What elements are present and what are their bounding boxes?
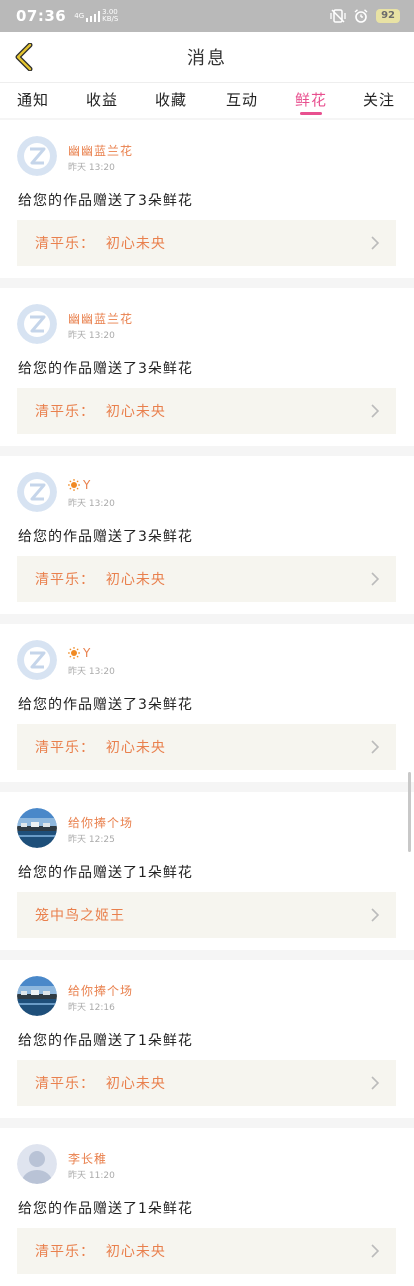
- work-title: 清平乐： 初心未央: [35, 572, 166, 588]
- default-avatar[interactable]: [17, 136, 57, 176]
- default-avatar[interactable]: [17, 304, 57, 344]
- photo-avatar[interactable]: [17, 976, 57, 1016]
- chevron-right-icon: [371, 236, 380, 250]
- scrollbar[interactable]: [408, 772, 411, 852]
- chevron-right-icon: [371, 1244, 380, 1258]
- message-text: 给您的作品赠送了3朵鲜花: [18, 529, 193, 545]
- sender-name-text: 李长稚: [68, 1152, 108, 1166]
- tab-notifications[interactable]: 通知: [17, 89, 49, 117]
- work-link[interactable]: 清平乐： 初心未央: [17, 1228, 396, 1274]
- tab-label: 互动: [226, 91, 259, 109]
- battery-indicator: 92: [376, 9, 400, 23]
- message-text: 给您的作品赠送了1朵鲜花: [18, 1201, 193, 1217]
- sender-name[interactable]: 李长稚: [68, 1150, 107, 1167]
- message-card: Y 昨天 13:20 给您的作品赠送了3朵鲜花 清平乐： 初心未央: [0, 456, 414, 614]
- message-time: 昨天 13:20: [68, 499, 115, 509]
- active-tab-indicator: [300, 112, 322, 115]
- message-text: 给您的作品赠送了3朵鲜花: [18, 697, 193, 713]
- signal-icon: [86, 10, 101, 22]
- message-card: 幽幽蓝兰花 昨天 13:20 给您的作品赠送了3朵鲜花 清平乐： 初心未央: [0, 288, 414, 446]
- chevron-right-icon: [371, 572, 380, 586]
- work-link[interactable]: 笼中鸟之姬王: [17, 892, 396, 938]
- tab-label: 关注: [363, 91, 396, 109]
- message-text: 给您的作品赠送了3朵鲜花: [18, 193, 193, 209]
- network-type: 4G: [74, 11, 85, 20]
- work-link[interactable]: 清平乐： 初心未央: [17, 1060, 396, 1106]
- message-time: 昨天 13:20: [68, 667, 115, 677]
- default-avatar[interactable]: [17, 640, 57, 680]
- back-button[interactable]: [8, 41, 40, 73]
- sender-name[interactable]: 给你捧个场: [68, 814, 133, 831]
- sender-name[interactable]: 幽幽蓝兰花: [68, 142, 133, 159]
- net-speed-unit: KB/S: [102, 15, 119, 23]
- sender-name[interactable]: 幽幽蓝兰花: [68, 310, 133, 327]
- alarm-icon: [354, 9, 368, 23]
- page-title: 消息: [187, 48, 227, 69]
- sender-name-text: Y: [83, 646, 92, 660]
- vibrate-icon: [330, 9, 346, 23]
- network-indicator: 4G 3.00 KB/S: [74, 9, 118, 23]
- tab-following[interactable]: 关注: [363, 89, 395, 117]
- work-title: 清平乐： 初心未央: [35, 1244, 166, 1260]
- tab-earnings[interactable]: 收益: [86, 89, 118, 117]
- sender-name-text: 幽幽蓝兰花: [68, 144, 134, 158]
- message-card: 李长稚 昨天 11:20 给您的作品赠送了1朵鲜花 清平乐： 初心未央: [0, 1128, 414, 1286]
- work-title: 清平乐： 初心未央: [35, 404, 166, 420]
- work-title: 笼中鸟之姬王: [35, 908, 125, 924]
- status-bar: 07:36 4G 3.00 KB/S 92: [0, 0, 414, 32]
- photo-avatar[interactable]: [17, 808, 57, 848]
- message-card: 给你捧个场 昨天 12:16 给您的作品赠送了1朵鲜花 清平乐： 初心未央: [0, 960, 414, 1118]
- sender-name[interactable]: Y: [68, 646, 91, 660]
- work-link[interactable]: 清平乐： 初心未央: [17, 556, 396, 602]
- tab-label: 收益: [86, 91, 119, 109]
- tab-label: 鲜花: [295, 91, 328, 109]
- tab-label: 收藏: [155, 91, 188, 109]
- message-time: 昨天 12:25: [68, 835, 115, 845]
- chevron-right-icon: [371, 740, 380, 754]
- message-time: 昨天 13:20: [68, 331, 115, 341]
- status-time: 07:36: [16, 7, 67, 25]
- tab-flowers[interactable]: 鲜花: [295, 89, 327, 117]
- work-link[interactable]: 清平乐： 初心未央: [17, 220, 396, 266]
- work-title: 清平乐： 初心未央: [35, 236, 166, 252]
- sun-icon: [68, 479, 80, 491]
- work-title: 清平乐： 初心未央: [35, 740, 166, 756]
- tab-bar: 通知 收益 收藏 互动 鲜花 关注: [0, 82, 414, 118]
- message-card: 给你捧个场 昨天 12:25 给您的作品赠送了1朵鲜花 笼中鸟之姬王: [0, 792, 414, 950]
- message-text: 给您的作品赠送了1朵鲜花: [18, 865, 193, 881]
- message-text: 给您的作品赠送了3朵鲜花: [18, 361, 193, 377]
- person-avatar[interactable]: [17, 1144, 57, 1184]
- back-chevron-icon: [15, 43, 33, 71]
- sender-name-text: Y: [83, 478, 92, 492]
- message-time: 昨天 13:20: [68, 163, 115, 173]
- work-title: 清平乐： 初心未央: [35, 1076, 166, 1092]
- message-time: 昨天 12:16: [68, 1003, 115, 1013]
- message-card: 幽幽蓝兰花 昨天 13:20 给您的作品赠送了3朵鲜花 清平乐： 初心未央: [0, 120, 414, 278]
- message-text: 给您的作品赠送了1朵鲜花: [18, 1033, 193, 1049]
- chevron-right-icon: [371, 1076, 380, 1090]
- message-card: Y 昨天 13:20 给您的作品赠送了3朵鲜花 清平乐： 初心未央: [0, 624, 414, 782]
- chevron-right-icon: [371, 404, 380, 418]
- tab-favorites[interactable]: 收藏: [155, 89, 187, 117]
- tab-label: 通知: [17, 91, 50, 109]
- sender-name-text: 给你捧个场: [68, 816, 134, 830]
- work-link[interactable]: 清平乐： 初心未央: [17, 388, 396, 434]
- sender-name[interactable]: 给你捧个场: [68, 982, 133, 999]
- sun-icon: [68, 647, 80, 659]
- sender-name-text: 幽幽蓝兰花: [68, 312, 134, 326]
- message-time: 昨天 11:20: [68, 1171, 115, 1181]
- chevron-right-icon: [371, 908, 380, 922]
- default-avatar[interactable]: [17, 472, 57, 512]
- work-link[interactable]: 清平乐： 初心未央: [17, 724, 396, 770]
- sender-name-text: 给你捧个场: [68, 984, 134, 998]
- sender-name[interactable]: Y: [68, 478, 91, 492]
- nav-bar: 消息: [0, 32, 414, 82]
- tab-interactions[interactable]: 互动: [226, 89, 258, 117]
